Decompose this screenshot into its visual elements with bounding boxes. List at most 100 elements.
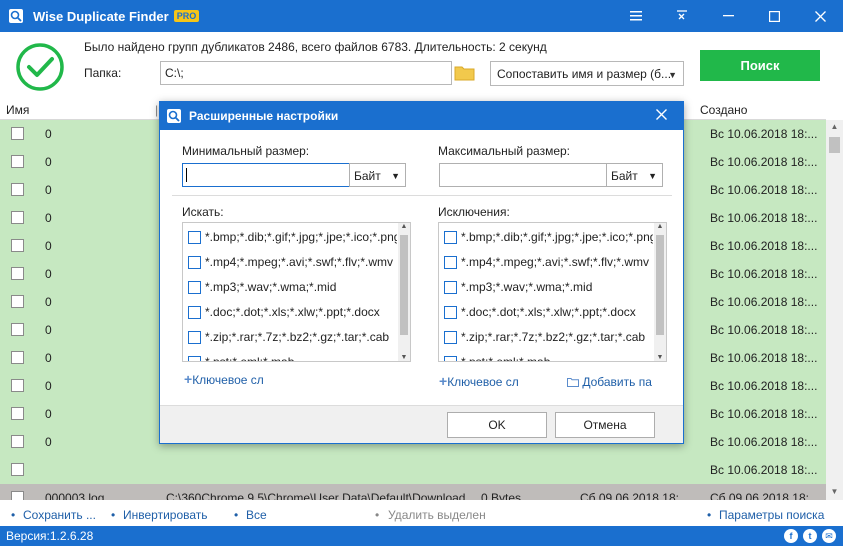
list-scroll-thumb[interactable]	[656, 235, 664, 335]
dialog-title-bar: Расширенные настройки	[160, 102, 683, 130]
filetype-checkbox[interactable]	[444, 356, 457, 361]
close-window-icon[interactable]	[797, 0, 843, 32]
scroll-up-icon[interactable]: ▲	[826, 122, 843, 131]
search-params-link[interactable]: Параметры поиска	[719, 508, 824, 522]
row-checkbox[interactable]	[11, 295, 24, 308]
list-item[interactable]: *.mp3;*.wav;*.wma;*.mid	[183, 275, 399, 300]
filetype-checkbox[interactable]	[188, 256, 201, 269]
filetype-checkbox[interactable]	[188, 331, 201, 344]
row-created: Вс 10.06.2018 18:...	[710, 435, 818, 449]
compare-mode-select[interactable]: Сопоставить имя и размер (б... ▼	[490, 61, 684, 86]
row-checkbox[interactable]	[11, 127, 24, 140]
filetype-checkbox[interactable]	[444, 256, 457, 269]
row-created: Вс 10.06.2018 18:...	[710, 323, 818, 337]
list-scroll-thumb[interactable]	[400, 235, 408, 335]
search-types-label: Искать:	[182, 205, 224, 219]
search-panel: Было найдено групп дубликатов 2486, всег…	[0, 32, 843, 100]
minimize-icon[interactable]	[705, 0, 751, 32]
add-folder-link[interactable]: Добавить па	[567, 375, 652, 389]
max-unit-select[interactable]: Байт ▼	[606, 163, 663, 187]
maximize-icon[interactable]	[751, 0, 797, 32]
row-checkbox[interactable]	[11, 183, 24, 196]
search-button[interactable]: Поиск	[700, 50, 820, 81]
select-all-link[interactable]: Все	[246, 508, 267, 522]
list-item[interactable]: *.pst;*.eml;*.mab	[183, 350, 399, 362]
filetype-checkbox[interactable]	[188, 231, 201, 244]
chevron-down-icon: ▼	[648, 171, 657, 181]
filetype-checkbox[interactable]	[444, 306, 457, 319]
row-created: Вс 10.06.2018 18:...	[710, 183, 818, 197]
row-checkbox[interactable]	[11, 239, 24, 252]
table-row[interactable]: 000003.log C:\360Chrome 9.5\Chrome\User D…	[0, 484, 826, 500]
row-checkbox[interactable]	[11, 379, 24, 392]
exclude-types-label: Исключения:	[438, 205, 510, 219]
min-size-input[interactable]	[182, 163, 350, 187]
max-size-label: Максимальный размер:	[438, 144, 571, 158]
filetype-checkbox[interactable]	[188, 306, 201, 319]
row-checkbox[interactable]	[11, 267, 24, 280]
filetype-checkbox[interactable]	[444, 331, 457, 344]
row-checkbox[interactable]	[11, 435, 24, 448]
list-scrollbar[interactable]: ▲ ▼	[398, 223, 410, 361]
filetype-checkbox[interactable]	[444, 281, 457, 294]
scroll-thumb[interactable]	[829, 137, 840, 153]
row-checkbox[interactable]	[11, 491, 24, 500]
twitter-icon[interactable]: t	[803, 529, 817, 543]
email-icon[interactable]: ✉	[822, 529, 836, 543]
row-modified: Сб 09.06.2018 18:...	[580, 491, 689, 500]
cancel-button[interactable]: Отмена	[555, 412, 655, 438]
chevron-down-icon: ▼	[668, 70, 677, 80]
folder-path-input[interactable]: C:\;	[160, 61, 452, 85]
list-item[interactable]: *.zip;*.rar;*.7z;*.bz2;*.gz;*.tar;*.cab	[183, 325, 399, 350]
list-item[interactable]: *.mp4;*.mpeg;*.avi;*.swf;*.flv;*.wmv	[183, 250, 399, 275]
list-item[interactable]: *.zip;*.rar;*.7z;*.bz2;*.gz;*.tar;*.cab	[439, 325, 655, 350]
row-checkbox[interactable]	[11, 463, 24, 476]
table-row[interactable]: Вс 10.06.2018 18:...	[0, 456, 826, 484]
row-created: Вс 10.06.2018 18:...	[710, 267, 818, 281]
filetype-label: *.mp3;*.wav;*.wma;*.mid	[461, 280, 593, 294]
row-checkbox[interactable]	[11, 211, 24, 224]
list-item[interactable]: *.pst;*.eml;*.mab	[439, 350, 655, 361]
add-keyword-link-search[interactable]: +Ключевое сл	[184, 371, 264, 387]
column-header-created[interactable]: Создано	[700, 103, 747, 117]
filetype-checkbox[interactable]	[188, 356, 201, 361]
mini-mode-icon[interactable]	[659, 0, 705, 32]
list-item[interactable]: *.bmp;*.dib;*.gif;*.jpg;*.jpe;*.ico;*.pn…	[183, 225, 399, 250]
row-checkbox[interactable]	[11, 323, 24, 336]
scroll-down-icon[interactable]: ▼	[826, 487, 843, 496]
row-created: Вс 10.06.2018 18:...	[710, 351, 818, 365]
max-size-input[interactable]	[439, 163, 607, 187]
row-checkbox[interactable]	[11, 155, 24, 168]
table-scrollbar[interactable]: ▲ ▼	[826, 120, 843, 500]
list-item[interactable]: *.doc;*.dot;*.xls;*.xlw;*.ppt;*.docx	[439, 300, 655, 325]
filetype-checkbox[interactable]	[188, 281, 201, 294]
row-checkbox[interactable]	[11, 407, 24, 420]
close-icon[interactable]	[656, 107, 667, 125]
ok-button[interactable]: OK	[447, 412, 547, 438]
row-name: 0	[45, 407, 52, 421]
list-scrollbar[interactable]: ▲ ▼	[654, 223, 666, 361]
add-keyword-link-exclude[interactable]: +Ключевое сл	[439, 373, 519, 389]
menu-icon[interactable]	[613, 0, 659, 32]
invert-selection-link[interactable]: Инвертировать	[123, 508, 208, 522]
chevron-down-icon: ▼	[391, 171, 400, 181]
list-item[interactable]: *.bmp;*.dib;*.gif;*.jpg;*.jpe;*.ico;*.pn…	[439, 225, 655, 250]
filetype-label: *.pst;*.eml;*.mab	[205, 355, 295, 362]
list-item[interactable]: *.mp4;*.mpeg;*.avi;*.swf;*.flv;*.wmv	[439, 250, 655, 275]
row-name: 0	[45, 267, 52, 281]
facebook-icon[interactable]: f	[784, 529, 798, 543]
filetype-label: *.bmp;*.dib;*.gif;*.jpg;*.jpe;*.ico;*.pn…	[205, 230, 397, 244]
folder-icon[interactable]	[454, 62, 476, 84]
divider	[172, 195, 672, 196]
list-item[interactable]: *.mp3;*.wav;*.wma;*.mid	[439, 275, 655, 300]
row-created: Вс 10.06.2018 18:...	[710, 155, 818, 169]
min-unit-select[interactable]: Байт ▼	[349, 163, 406, 187]
row-checkbox[interactable]	[11, 351, 24, 364]
save-link[interactable]: Сохранить ...	[23, 508, 96, 522]
row-size: 0 Bytes	[481, 491, 522, 500]
column-header-name[interactable]: Имя	[6, 103, 29, 117]
min-unit-value: Байт	[354, 169, 381, 183]
delete-selected-link[interactable]: Удалить выделен	[388, 508, 486, 522]
filetype-checkbox[interactable]	[444, 231, 457, 244]
list-item[interactable]: *.doc;*.dot;*.xls;*.xlw;*.ppt;*.docx	[183, 300, 399, 325]
